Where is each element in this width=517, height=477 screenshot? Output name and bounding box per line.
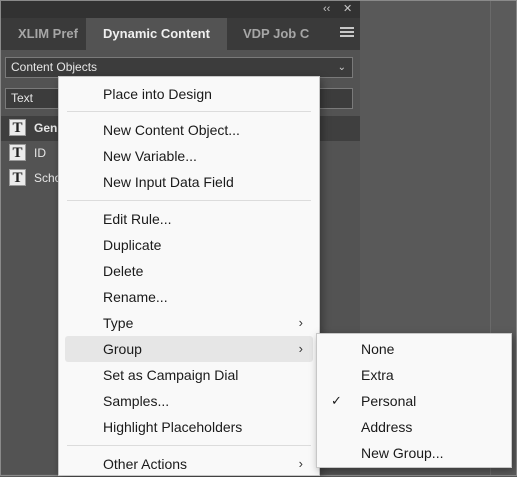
menu-item-group[interactable]: Group › [65,336,313,362]
submenu-item-none[interactable]: None [317,336,511,362]
menu-separator [67,111,311,112]
panel-titlebar: ‹‹ ✕ [1,1,360,18]
menu-separator [67,200,311,201]
text-object-icon: T [9,169,26,186]
menu-separator [67,445,311,446]
checkmark-icon: ✓ [331,393,342,408]
tab-vdp-job[interactable]: VDP Job C [243,18,313,50]
text-object-icon: T [9,144,26,161]
content-type-value: Content Objects [11,60,98,74]
chevron-right-icon: › [298,456,303,471]
filter-value: Text [11,91,34,105]
tab-xlim-preferences[interactable]: XLIM Pref [18,18,86,50]
menu-item-place-into-design[interactable]: Place into Design [65,81,313,107]
submenu-item-new-group[interactable]: New Group... [317,440,511,466]
tab-dynamic-content[interactable]: Dynamic Content [86,18,227,50]
menu-item-new-content-object[interactable]: New Content Object... [65,117,313,143]
menu-item-label: Type [103,315,134,331]
submenu-item-address[interactable]: Address [317,414,511,440]
list-item-label: Gen [34,121,58,135]
menu-item-rename[interactable]: Rename... [65,284,313,310]
panel-menu-icon[interactable] [340,27,354,39]
menu-item-edit-rule[interactable]: Edit Rule... [65,206,313,232]
menu-item-other-actions[interactable]: Other Actions › [65,451,313,477]
tab-bar: XLIM Pref Dynamic Content VDP Job C [1,18,360,50]
menu-item-set-as-campaign-dial[interactable]: Set as Campaign Dial [65,362,313,388]
submenu-item-label: Personal [361,393,417,409]
chevron-right-icon: › [298,315,303,330]
group-submenu: None Extra ✓ Personal Address New Group.… [316,333,512,468]
submenu-item-extra[interactable]: Extra [317,362,511,388]
menu-item-highlight-placeholders[interactable]: Highlight Placeholders [65,414,313,440]
menu-item-new-variable[interactable]: New Variable... [65,143,313,169]
chevron-down-icon: ⌄ [337,62,346,73]
submenu-item-personal[interactable]: ✓ Personal [317,388,511,414]
text-object-icon: T [9,119,26,136]
close-icon[interactable]: ✕ [343,3,352,15]
menu-item-new-input-data-field[interactable]: New Input Data Field [65,169,313,195]
collapse-panel-icon[interactable]: ‹‹ [323,3,330,15]
menu-item-type[interactable]: Type › [65,310,313,336]
menu-item-duplicate[interactable]: Duplicate [65,232,313,258]
list-item-label: ID [34,146,46,160]
menu-item-label: Other Actions [103,456,188,472]
menu-item-label: Group [103,341,142,357]
chevron-right-icon: › [298,341,303,356]
menu-item-delete[interactable]: Delete [65,258,313,284]
menu-item-samples[interactable]: Samples... [65,388,313,414]
content-type-dropdown[interactable]: Content Objects ⌄ [5,57,353,78]
context-menu: Place into Design New Content Object... … [58,76,320,476]
